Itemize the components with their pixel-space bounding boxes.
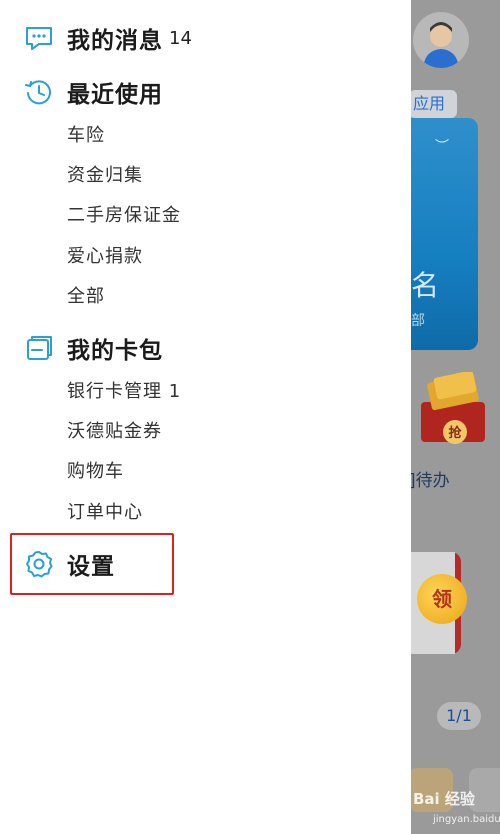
settings-button[interactable]: 设置 <box>24 544 115 584</box>
side-drawer: 我的消息 14 最近使用 车险 资金归集 二手房保证金 爱心捐款 全部 我的卡包… <box>0 0 411 834</box>
coin-icon[interactable]: 领 <box>417 574 467 624</box>
wallet-section-header: 我的卡包 <box>24 328 163 368</box>
messages-title: 我的消息 <box>67 28 163 54</box>
watermark-sub: jingyan.baidu.com <box>433 814 500 825</box>
apps-chip[interactable]: 应用 <box>411 90 457 118</box>
watermark-main: Bai 经验 <box>413 790 475 808</box>
recent-section-header: 最近使用 <box>24 72 163 112</box>
wallet-item-cart[interactable]: 购物车 <box>67 457 124 487</box>
svg-text:抢: 抢 <box>448 425 462 441</box>
chat-bubble-icon <box>24 23 54 53</box>
recent-item-car-insurance[interactable]: 车险 <box>67 121 105 151</box>
avatar[interactable] <box>413 12 469 68</box>
card-small-text: 部 <box>411 313 425 329</box>
card-wallet-icon <box>24 333 54 363</box>
user-avatar-icon <box>423 22 459 68</box>
settings-title: 设置 <box>67 554 115 580</box>
wallet-item-coupons[interactable]: 沃德贴金券 <box>67 417 162 447</box>
background-app-overlay[interactable]: 应用 ︶ 名 部 抢 ]待办 领 1/1 <box>411 0 500 834</box>
recent-item-fund-collection[interactable]: 资金归集 <box>67 161 143 191</box>
messages-row[interactable]: 我的消息 14 <box>24 18 192 58</box>
page-indicator: 1/1 <box>437 702 481 730</box>
eye-closed-icon[interactable]: ︶ <box>435 136 449 156</box>
card-big-text: 名 <box>411 269 440 302</box>
recent-item-all[interactable]: 全部 <box>67 282 105 312</box>
wallet-item-bank-cards[interactable]: 银行卡管理 1 <box>67 377 181 407</box>
messages-count-badge: 14 <box>169 27 192 49</box>
history-clock-icon <box>24 77 54 107</box>
gift-box-icon[interactable]: 抢 <box>417 370 493 448</box>
recent-item-house-deposit[interactable]: 二手房保证金 <box>67 201 181 231</box>
recent-title: 最近使用 <box>67 82 163 108</box>
wallet-title: 我的卡包 <box>67 338 163 364</box>
recent-item-charity[interactable]: 爱心捐款 <box>67 242 143 272</box>
todo-label[interactable]: ]待办 <box>411 466 450 491</box>
baidu-watermark: Bai 经验 jingyan.baidu.com <box>411 776 500 834</box>
wallet-item-orders[interactable]: 订单中心 <box>67 498 143 528</box>
gear-icon <box>24 549 54 579</box>
